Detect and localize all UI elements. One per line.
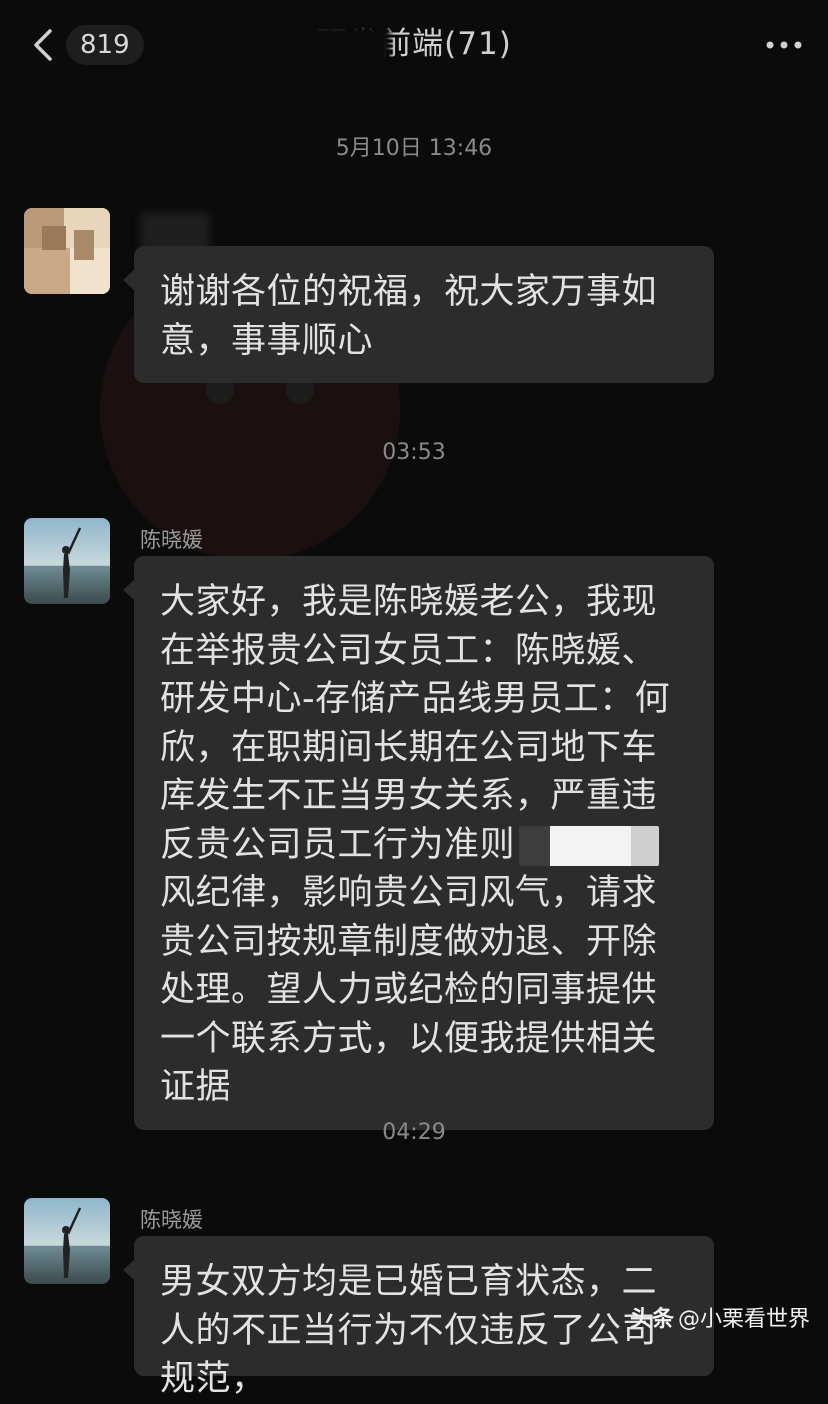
- watermark-logo: 头条: [629, 1307, 674, 1332]
- redaction-mosaic: [519, 825, 660, 866]
- avatar[interactable]: [24, 518, 110, 604]
- message-text: 男女双方均是已婚已育状态，二人的不正当行为不仅违反了公司规范，: [160, 1262, 658, 1399]
- message-text-part: 大家好，我是陈晓媛老公，我现在举报贵公司女员工：陈晓媛、研发中心-存储产品线男员…: [160, 582, 671, 865]
- bubble-tail: [123, 1260, 134, 1280]
- back-button[interactable]: 819: [28, 24, 146, 66]
- message-text-part: 风纪律，影响贵公司风气，请求贵公司按规章制度做劝退、开除处理。望人力或纪检的同事…: [160, 873, 658, 1107]
- bubble-tail: [123, 580, 134, 600]
- chat-title: 研发前端(71): [316, 26, 512, 62]
- message-bubble[interactable]: 男女双方均是已婚已育状态，二人的不正当行为不仅违反了公司规范，: [123, 1236, 714, 1399]
- sender-name: 陈晓媛: [140, 1208, 203, 1232]
- avatar[interactable]: [24, 1198, 110, 1284]
- bubble-tail: [123, 270, 134, 290]
- timestamp: 03:53: [382, 440, 446, 465]
- chevron-left-icon: [34, 29, 52, 61]
- avatar[interactable]: [24, 208, 110, 294]
- message-bubble[interactable]: 大家好，我是陈晓媛老公，我现在举报贵公司女员工：陈晓媛、研发中心-存储产品线男员…: [123, 556, 714, 1130]
- message-text: 谢谢各位的祝福，祝大家万事如意，事事顺心: [160, 272, 658, 361]
- watermark-text: @小栗看世界: [677, 1307, 810, 1332]
- unread-count-badge: 819: [66, 25, 144, 65]
- timestamp: 04:29: [382, 1120, 446, 1145]
- top-bar: 819 研发前端(71): [0, 0, 828, 90]
- title-redaction: [310, 26, 390, 62]
- source-watermark: 头条 @小栗看世界: [630, 1301, 810, 1333]
- more-dots-icon[interactable]: [762, 30, 806, 60]
- sender-name: 陈晓媛: [140, 528, 203, 552]
- message-bubble[interactable]: 谢谢各位的祝福，祝大家万事如意，事事顺心: [123, 246, 714, 383]
- timestamp: 5月10日 13:46: [335, 136, 493, 161]
